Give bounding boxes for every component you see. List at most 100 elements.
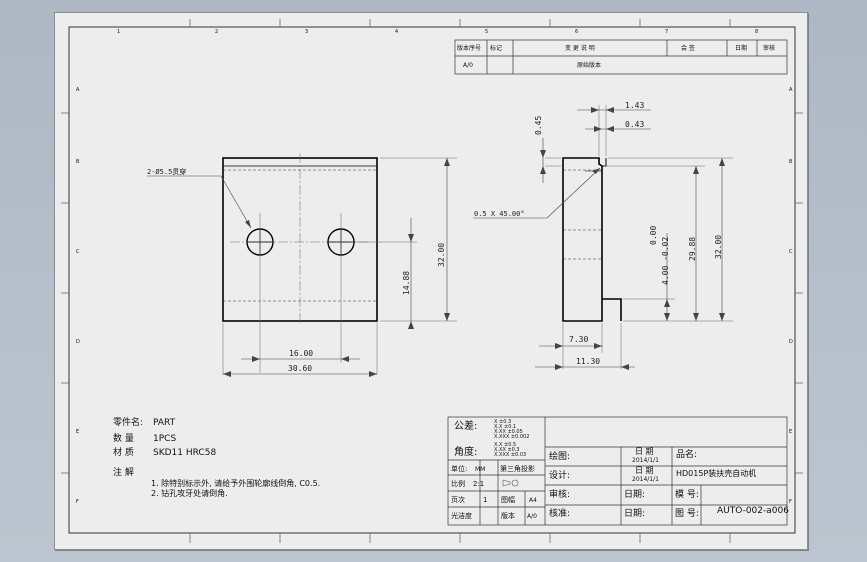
model-label: 模 号: [675,489,699,500]
dim-width-text[interactable]: 30.60 [288,364,312,373]
finish-label: 光洁度 [451,511,472,520]
side-view[interactable]: 1.43 0.43 0.45 0.5 X 45.00° 0.00 4.00 -0… [473,101,733,370]
border-letter: B [76,159,80,165]
dim-arrow [540,150,546,158]
dim-arrow [540,166,546,174]
chamfer-note-text[interactable]: 0.5 X 45.00° [474,210,525,218]
rev-row-note: 原始版本 [577,61,601,69]
unit-label: 单位: [451,464,467,473]
dim-arrow [408,321,414,329]
material-label: 材 质 [113,446,134,458]
front-view[interactable]: 2-Ø5.5贯穿 32.00 14.88 16.00 30.60 [147,153,457,377]
dim-arrow [719,158,725,166]
dim-arrow [693,313,699,321]
dim-top-width-text[interactable]: 1.43 [625,101,644,110]
border-letter: F [789,499,792,505]
cad-viewport[interactable]: 1 2 3 4 5 6 7 8 A B C D E F A B C D E F … [0,0,867,562]
dim-hole-height-text[interactable]: 14.88 [402,271,411,295]
dim-arrow [444,158,450,166]
review-label: 审核: [549,488,570,500]
side-lower-step [602,298,622,321]
dim-lower-width-text[interactable]: 7.30 [569,335,588,344]
drawing-no-value: AUTO-002-a006 [717,506,789,516]
product-value: HD015P装扶壳自动机 [676,468,756,478]
border-letter: D [76,339,80,345]
part-info: 零件名: PART 数 量 1PCS 材 质 SKD11 HRC58 注 解 1… [113,416,320,498]
date-short-label: 日期: [624,489,645,500]
check-label: 核准: [549,507,570,519]
dim-arrow [621,364,629,370]
drawing-no-label: 图 号: [675,508,699,519]
note-1: 1. 除特别标示外, 请给予外围轮廓线倒角, C0.5. [151,478,320,488]
dim-arrow [223,371,231,377]
date-short-label: 日期: [624,508,645,519]
chamfer-leader [546,167,601,219]
rev-row-version: A/0 [463,62,473,69]
angle-label: 角度: [454,445,477,458]
dim-arrow [444,313,450,321]
tolerance-label: 公差: [454,419,477,432]
side-top-step [602,158,607,167]
rev-header-date: 日期 [735,44,747,52]
dim-arrow [408,234,414,242]
date-value: 2014/1/1 [632,457,659,464]
qty-value: 1PCS [153,434,176,444]
size-value: A4 [529,497,537,504]
dim-arrow [606,107,614,113]
dim-arrow [693,166,699,174]
unit-value: MM [475,466,485,473]
border-number: 5 [485,29,488,35]
dim-total-width-text[interactable]: 11.30 [576,357,600,366]
dim-tol-text[interactable]: 4.00 -0.02 [661,237,670,285]
rev-header-review: 审核 [763,44,775,52]
scale-value: 2:1 [473,480,484,488]
date-label: 日 期 [635,447,654,456]
border-number: 8 [755,29,758,35]
version-label: 版本 [501,511,515,520]
border-number: 1 [117,29,120,35]
dim-arrow [252,356,260,362]
tolerance-value: X.XXX ±0.002 [494,434,529,440]
border-number: 4 [395,29,398,35]
dim-arrow [594,343,602,349]
page-label: 页次 [451,495,465,504]
material-value: SKD11 HRC58 [153,448,216,458]
border-number: 6 [575,29,578,35]
side-outline [562,157,603,322]
drawing-sheet: 1 2 3 4 5 6 7 8 A B C D E F A B C D E F … [54,12,808,550]
scale-label: 比例 [451,479,465,488]
note-2: 2. 钻孔攻牙处请倒角. [151,488,228,498]
border-letter: B [789,159,793,165]
rev-header-version: 版本序号 [457,44,481,52]
drawing-canvas: 1 2 3 4 5 6 7 8 A B C D E F A B C D E F … [61,19,803,543]
border-number: 3 [305,29,308,35]
dim-zero-text[interactable]: 0.00 [649,226,658,245]
dim-height-text[interactable]: 32.00 [437,243,446,267]
rev-header-desc: 变 更 说 明 [565,44,595,52]
dim-inner-height-text[interactable]: 29.88 [688,237,697,261]
dim-arrow [719,313,725,321]
border-letter: D [789,339,793,345]
dim-chamfer-height-text[interactable]: 0.45 [534,116,543,135]
part-name-label: 零件名: [113,416,143,428]
dim-arrow [664,299,670,307]
dim-side-height-text[interactable]: 32.00 [714,235,723,259]
callout-leader [220,175,252,229]
dim-arrow [594,126,602,132]
dim-step-text[interactable]: 0.43 [625,120,644,129]
dim-arrow [555,343,563,349]
border-ticks [61,19,803,543]
rev-header-mark: 标记 [490,44,502,52]
dim-arrow [341,356,349,362]
dim-arrow [664,313,670,321]
border-number: 7 [665,29,668,35]
dim-arrow [591,107,599,113]
rev-header-sign: 会 签 [681,44,695,52]
dim-hole-spacing-text[interactable]: 16.00 [289,349,313,358]
border-letter: A [76,87,80,93]
product-label: 品名: [676,448,697,460]
hole-callout-text[interactable]: 2-Ø5.5贯穿 [147,167,186,176]
angle-value: X.XXX ±0.03 [494,452,526,458]
draw-label: 绘图: [549,450,570,462]
dim-arrow [555,364,563,370]
